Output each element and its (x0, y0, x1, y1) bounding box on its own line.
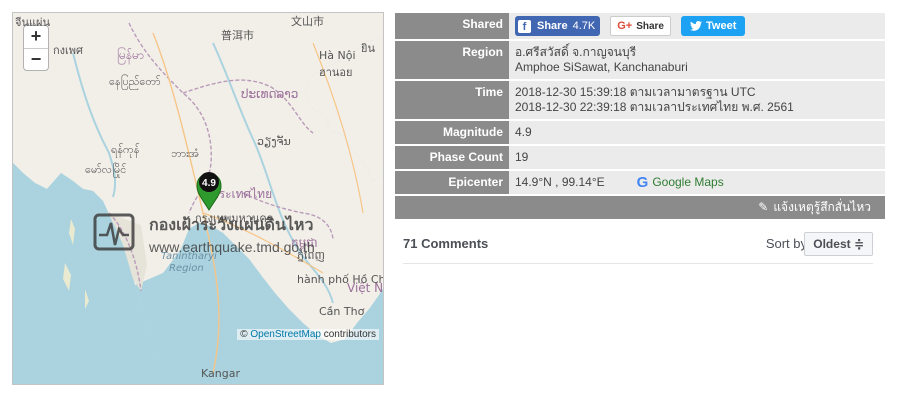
document-edit-icon: ✎ (758, 200, 769, 214)
map-label-country: ປະເທດລາວ (241, 87, 299, 101)
watermark-title: กองเฝ้าระวังแผ่นดินไหว (149, 215, 314, 234)
map-label: จีนแผ่น (15, 16, 51, 29)
epicenter-value: 14.9°N , 99.14°E (515, 175, 605, 189)
report-felt-link[interactable]: ✎ แจ้งเหตุรู้สึกสั่นไหว (758, 200, 871, 215)
report-felt-label: แจ้งเหตุรู้สึกสั่นไหว (773, 200, 871, 214)
region-english: Amphoe SiSawat, Kanchanaburi (515, 60, 688, 74)
region-thai: อ.ศรีสวัสดิ์ จ.กาญจนบุรี (515, 45, 637, 59)
google-maps-link[interactable]: G Google Maps (637, 175, 724, 190)
facebook-share-count: 4.7K (572, 19, 596, 32)
facebook-icon: f (518, 19, 531, 33)
row-epicenter: Epicenter 14.9°N , 99.14°E G Google Maps (395, 170, 885, 195)
map-label: မော်လမြိုင် (85, 163, 127, 176)
epicenter-cell: 14.9°N , 99.14°E G Google Maps (509, 170, 885, 195)
earthquake-map[interactable]: + − จีนแผ่น กงเพศ 文山市 普洱市 Hà Nội ฮานอย ย… (12, 12, 384, 385)
earthquake-info-table: Shared f Share 4.7K G+ Share Tweet Regio… (395, 13, 885, 221)
map-label: Hà Nội (319, 49, 356, 62)
phase-count-label: Phase Count (395, 145, 509, 170)
twitter-tweet-label: Tweet (706, 19, 737, 32)
map-label: 普洱市 (221, 29, 254, 42)
google-g-icon: G (636, 174, 649, 191)
map-label: ဘားအံ (171, 147, 200, 160)
watermark-url: www.earthquake.tmd.go.th (149, 239, 315, 255)
share-buttons-cell: f Share 4.7K G+ Share Tweet (509, 13, 885, 40)
phase-count-value: 19 (509, 145, 885, 170)
time-value: 2018-12-30 15:39:18 ตามเวลามาตรฐาน UTC 2… (509, 80, 885, 120)
region-label: Region (395, 40, 509, 80)
row-magnitude: Magnitude 4.9 (395, 120, 885, 145)
sort-order-select[interactable]: Oldest ≑ (804, 232, 873, 256)
map-label: Kangar (201, 367, 240, 380)
zoom-control: + − (23, 25, 49, 71)
row-report: ✎ แจ้งเหตุรู้สึกสั่นไหว (395, 195, 885, 220)
region-value: อ.ศรีสวัสดิ์ จ.กาญจนบุรี Amphoe SiSawat,… (509, 40, 885, 80)
map-label-country: Việt N (347, 281, 384, 295)
map-label-country: မြန်မာ (117, 48, 144, 62)
map-label: Cần Thơ (319, 305, 365, 318)
google-plus-icon: G+ (617, 19, 633, 32)
row-time: Time 2018-12-30 15:39:18 ตามเวลามาตรฐาน … (395, 80, 885, 120)
google-plus-share-label: Share (636, 20, 664, 32)
osm-link[interactable]: OpenStreetMap (250, 329, 321, 340)
time-thailand: 2018-12-30 22:39:18 ตามเวลาประเทศไทย พ.ศ… (515, 100, 794, 114)
row-region: Region อ.ศรีสวัสดิ์ จ.กาญจนบุรี Amphoe S… (395, 40, 885, 80)
report-cell: ✎ แจ้งเหตุรู้สึกสั่นไหว (395, 195, 885, 220)
row-shared: Shared f Share 4.7K G+ Share Tweet (395, 13, 885, 40)
comments-header: 71 Comments Sort by Oldest ≑ (403, 232, 873, 264)
map-label: နေပြည်တော် (109, 75, 161, 88)
comments-count: 71 Comments (403, 236, 489, 251)
shared-label: Shared (395, 13, 509, 40)
sort-by-label: Sort by (765, 236, 807, 251)
google-plus-share-button[interactable]: G+ Share (610, 16, 671, 36)
map-label: 文山市 (291, 15, 324, 28)
twitter-tweet-button[interactable]: Tweet (681, 16, 746, 36)
map-label: ฮานอย (319, 66, 353, 79)
google-maps-label: Google Maps (652, 175, 724, 189)
magnitude-label: Magnitude (395, 120, 509, 145)
facebook-share-label: Share (537, 19, 568, 32)
map-label: ยิน (361, 42, 375, 55)
epicenter-label: Epicenter (395, 170, 509, 195)
row-phase-count: Phase Count 19 (395, 145, 885, 170)
twitter-bird-icon (690, 21, 702, 31)
attribution-text: contributors (323, 329, 376, 340)
time-utc: 2018-12-30 15:39:18 ตามเวลามาตรฐาน UTC (515, 85, 756, 99)
facebook-share-button[interactable]: f Share 4.7K (515, 16, 601, 36)
map-attribution: © OpenStreetMap contributors (237, 329, 379, 340)
magnitude-value: 4.9 (509, 120, 885, 145)
time-label: Time (395, 80, 509, 120)
attribution-symbol: © (240, 329, 248, 340)
marker-magnitude-label: 4.9 (202, 178, 216, 189)
map-label: ວຽງຈັນ (257, 135, 291, 148)
zoom-out-button[interactable]: − (24, 48, 48, 70)
map-label: ရန်ကုန် (111, 143, 140, 156)
earthquake-marker-icon[interactable]: 4.9 (189, 166, 229, 212)
map-label: กงเพศ (53, 44, 84, 57)
